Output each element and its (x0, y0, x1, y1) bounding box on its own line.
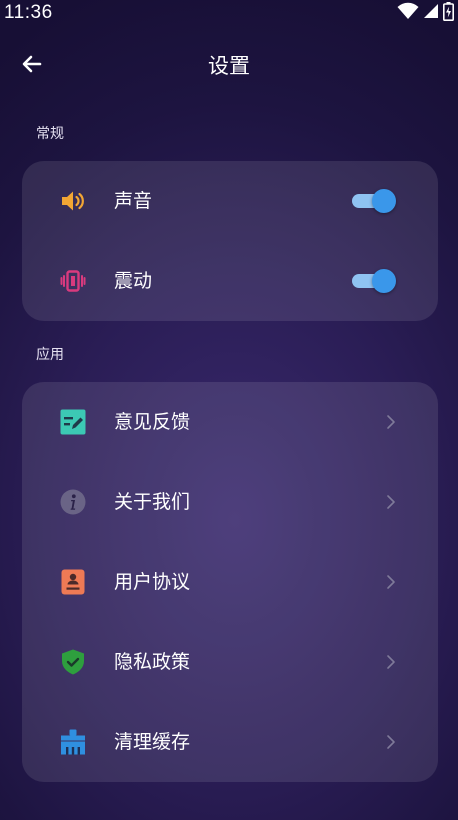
chevron-right-icon (387, 575, 395, 589)
section-label-app: 应用 (36, 347, 64, 363)
settings-row-label: 用户协议 (114, 571, 191, 593)
app-bar: 设置 (0, 36, 458, 94)
broom-clean-icon (60, 729, 86, 755)
battery-icon (443, 1, 454, 25)
settings-row-feedback[interactable]: 意见反馈 (22, 382, 438, 462)
settings-row-label: 隐私政策 (114, 651, 191, 673)
page-title: 设置 (208, 54, 250, 78)
settings-row-user-agreement[interactable]: 用户协议 (22, 542, 438, 622)
status-icons (397, 1, 454, 25)
settings-row-label: 清理缓存 (114, 731, 191, 753)
settings-row-label: 关于我们 (114, 491, 191, 513)
settings-row-label: 震动 (114, 270, 153, 292)
wifi-icon (397, 2, 419, 24)
section-label-general: 常规 (36, 126, 64, 142)
settings-row-label: 意见反馈 (114, 411, 191, 433)
status-bar: 11:36 (0, 0, 458, 28)
sound-toggle[interactable] (352, 189, 396, 213)
chevron-right-icon (387, 415, 395, 429)
status-time: 11:36 (4, 2, 53, 23)
toggle-thumb (372, 189, 396, 213)
user-agreement-icon (60, 569, 86, 595)
settings-row-vibration[interactable]: 震动 (22, 241, 438, 321)
vibration-toggle[interactable] (352, 269, 396, 293)
settings-row-about[interactable]: 关于我们 (22, 462, 438, 542)
settings-row-sound[interactable]: 声音 (22, 161, 438, 241)
speaker-icon (60, 188, 86, 214)
toggle-thumb (372, 269, 396, 293)
settings-card-general: 声音 震动 (22, 161, 438, 321)
settings-card-app: 意见反馈 关于我们 用户协议 隐私政策 清理缓存 (22, 382, 438, 782)
chevron-right-icon (387, 735, 395, 749)
cellular-signal-icon (423, 3, 439, 23)
settings-row-clear-cache[interactable]: 清理缓存 (22, 702, 438, 782)
vibration-icon (60, 268, 86, 294)
feedback-edit-icon (60, 409, 86, 435)
chevron-right-icon (387, 655, 395, 669)
settings-row-privacy-policy[interactable]: 隐私政策 (22, 622, 438, 702)
chevron-right-icon (387, 495, 395, 509)
settings-row-label: 声音 (114, 190, 153, 212)
shield-check-icon (60, 649, 86, 675)
info-icon (60, 489, 86, 515)
